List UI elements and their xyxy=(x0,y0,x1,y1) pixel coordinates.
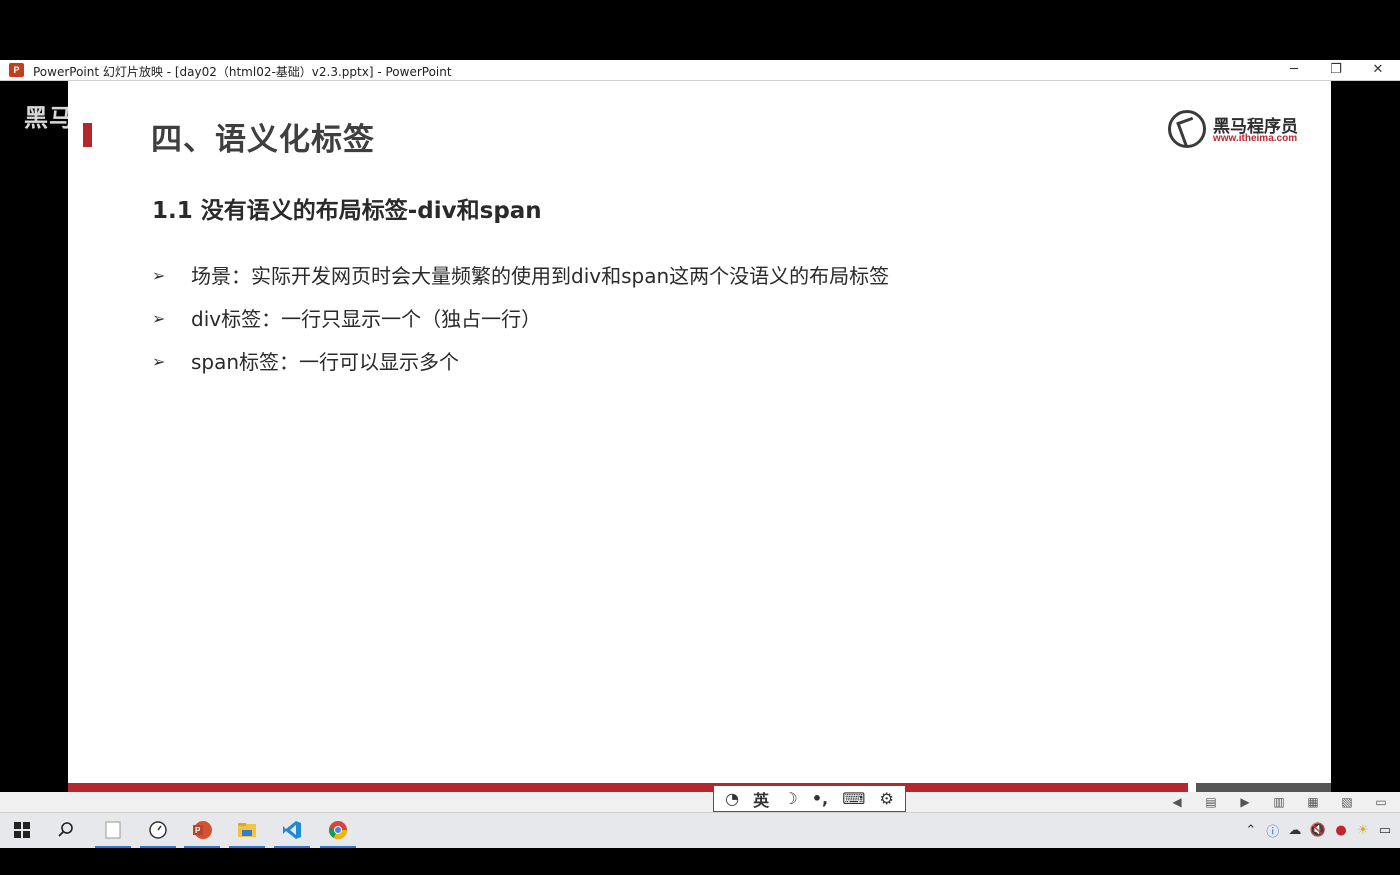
slideshow-view-icon[interactable]: ▭ xyxy=(1364,793,1398,811)
bullet-arrow-icon: ➢ xyxy=(152,266,166,285)
bullet-text: div标签：一行只显示一个（独占一行） xyxy=(191,307,542,331)
moon-icon[interactable]: ☽ xyxy=(783,789,797,808)
chevron-up-icon[interactable]: ⌃ xyxy=(1244,823,1258,838)
slide-subheading: 1.1 没有语义的布局标签-div和span xyxy=(152,198,542,224)
heading-accent-bar xyxy=(83,123,92,147)
bullet-arrow-icon: ➢ xyxy=(152,352,166,371)
notification-icon[interactable]: ▭ xyxy=(1378,823,1392,838)
volume-mute-icon[interactable]: 🔇 xyxy=(1310,823,1326,838)
bullet-list: ➢ 场景：实际开发网页时会大量频繁的使用到div和span这两个没语义的布局标签… xyxy=(152,261,889,390)
bullet-text: span标签：一行可以显示多个 xyxy=(191,350,460,374)
windows-start-icon[interactable] xyxy=(2,813,42,847)
screen: P PowerPoint 幻灯片放映 - [day02（html02-基础）v2… xyxy=(0,0,1400,875)
clock-app-icon[interactable] xyxy=(138,813,178,848)
ime-mode-toggle[interactable]: 英 xyxy=(753,787,769,811)
logo-url-text: www.itheima.com xyxy=(1213,133,1298,144)
svg-text:P: P xyxy=(195,826,201,835)
search-icon[interactable] xyxy=(46,813,86,847)
keyboard-icon[interactable]: ⌨ xyxy=(842,789,865,808)
slide-footer-bar-gray xyxy=(1196,783,1331,792)
sorter-view-icon[interactable]: ▦ xyxy=(1296,793,1330,811)
reading-view-icon[interactable]: ▧ xyxy=(1330,793,1364,811)
bullet-arrow-icon: ➢ xyxy=(152,309,166,328)
system-tray: ⌃ ⓘ ☁ 🔇 ● ☀ ▭ xyxy=(1244,821,1392,840)
slideshow-controls: ◀ ▤ ▶ ▥ ▦ ▧ ▭ xyxy=(1160,793,1398,811)
menu-icon[interactable]: ▤ xyxy=(1194,793,1228,811)
cloud-icon[interactable]: ☁ xyxy=(1288,823,1302,838)
next-icon[interactable]: ▶ xyxy=(1228,793,1262,811)
close-button[interactable]: ✕ xyxy=(1357,60,1399,81)
bullet-text: 场景：实际开发网页时会大量频繁的使用到div和span这两个没语义的布局标签 xyxy=(191,264,890,288)
ime-toolbar[interactable]: ◔ 英 ☽ •, ⌨ ⚙ xyxy=(713,785,906,812)
chrome-icon[interactable] xyxy=(318,813,358,848)
bullet-item: ➢ div标签：一行只显示一个（独占一行） xyxy=(152,304,889,347)
window-title: PowerPoint 幻灯片放映 - [day02（html02-基础）v2.3… xyxy=(33,65,452,79)
notepad-icon[interactable] xyxy=(93,813,133,848)
bullet-item: ➢ span标签：一行可以显示多个 xyxy=(152,347,889,390)
window-titlebar: P PowerPoint 幻灯片放映 - [day02（html02-基础）v2… xyxy=(0,60,1400,81)
watermark: 黑马 xyxy=(24,104,74,132)
horse-logo-icon xyxy=(1168,110,1206,148)
brand-logo: 黑马程序员 www.itheima.com xyxy=(1168,108,1308,150)
slide-footer-bar xyxy=(68,783,1188,792)
taskbar: P ⌃ ⓘ ☁ 🔇 ● ☀ ▭ xyxy=(0,812,1400,848)
vscode-icon[interactable] xyxy=(272,813,312,848)
gear-icon[interactable]: ⚙ xyxy=(880,789,894,808)
powerpoint-taskbar-icon[interactable]: P xyxy=(182,813,222,848)
bullet-item: ➢ 场景：实际开发网页时会大量频繁的使用到div和span这两个没语义的布局标签 xyxy=(152,261,889,304)
file-explorer-icon[interactable] xyxy=(227,813,267,848)
weather-icon[interactable]: ☀ xyxy=(1356,823,1370,838)
minimize-button[interactable]: ─ xyxy=(1273,60,1315,81)
powerpoint-icon: P xyxy=(9,63,24,77)
slide-heading: 四、语义化标签 xyxy=(151,122,375,158)
slide[interactable]: 四、语义化标签 黑马程序员 www.itheima.com 1.1 没有语义的布… xyxy=(68,81,1331,792)
maximize-button[interactable]: ❐ xyxy=(1315,60,1357,81)
ime-logo-icon[interactable]: ◔ xyxy=(725,789,739,808)
info-icon[interactable]: ⓘ xyxy=(1266,821,1280,840)
punctuation-icon[interactable]: •, xyxy=(812,789,828,808)
app-tray-icon[interactable]: ● xyxy=(1334,823,1348,838)
normal-view-icon[interactable]: ▥ xyxy=(1262,793,1296,811)
prev-icon[interactable]: ◀ xyxy=(1160,793,1194,811)
